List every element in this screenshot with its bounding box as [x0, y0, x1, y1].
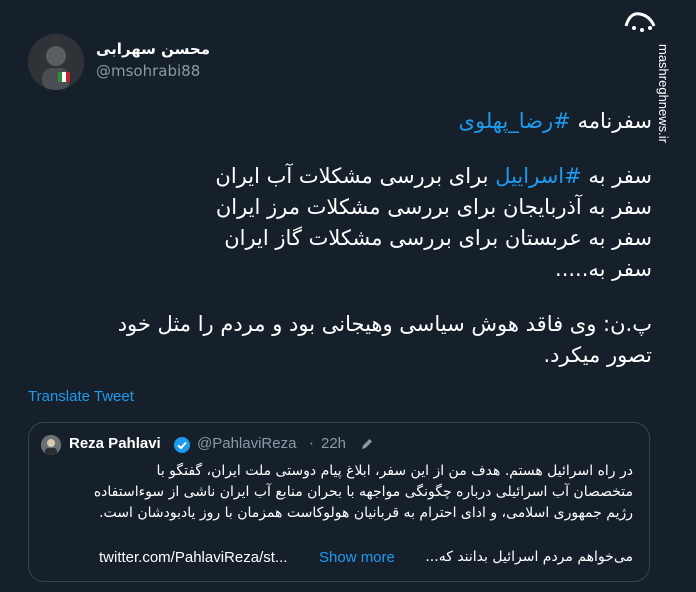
translate-tweet-link[interactable]: Translate Tweet	[28, 388, 134, 405]
quoted-author-avatar[interactable]	[41, 435, 61, 455]
show-more-link[interactable]: Show more	[319, 549, 395, 566]
quoted-tweet-text: در راه اسرائیل هستم. هدف من از این سفر، …	[43, 461, 633, 524]
tweet-line-6: پ.ن: وی فاقد هوش سیاسی وهیجانی بود و مرد…	[117, 312, 652, 336]
quoted-tweet-card[interactable]: Reza Pahlavi @PahlaviReza · 22h در راه ا…	[28, 422, 650, 582]
watermark-url: mashreghnews.ir	[656, 44, 671, 143]
tweet-text: سفرنامه #رضا_پهلوی سفر به #اسراییل برای …	[32, 106, 652, 371]
tweet-line-1: سفرنامه #رضا_پهلوی	[32, 106, 652, 137]
separator-dot: ·	[309, 435, 314, 453]
author-display-name[interactable]: محسن سهرابی	[96, 40, 210, 58]
quoted-line-4: می‌خواهم مردم اسرائیل بدانند که...	[425, 549, 633, 565]
quoted-line-1: در راه اسرائیل هستم. هدف من از این سفر، …	[156, 463, 633, 479]
author-handle[interactable]: @msohrabi88	[96, 62, 200, 80]
verified-badge-icon	[173, 436, 191, 454]
quoted-tweet-time[interactable]: 22h	[321, 435, 346, 452]
tweet-line-7: تصور میکرد.	[543, 343, 652, 367]
hashtag-israel[interactable]: #اسراییل	[495, 164, 582, 188]
tweet-line-5: سفر به.....	[555, 257, 652, 281]
mashregh-logo	[620, 6, 660, 36]
quoted-author-name[interactable]: Reza Pahlavi	[69, 435, 161, 452]
quoted-tweet-link[interactable]: twitter.com/PahlaviReza/st...	[99, 549, 287, 566]
tweet-line-4: سفر به عربستان برای بررسی مشکلات گاز ایر…	[224, 226, 652, 250]
tweet-line-2-prefix: سفر به	[581, 164, 652, 188]
tweet-line-2-suffix: برای بررسی مشکلات آب ایران	[215, 164, 496, 188]
quoted-author-handle[interactable]: @PahlaviReza	[197, 435, 296, 452]
tweet-line-1-prefix: سفرنامه	[570, 109, 652, 133]
author-avatar[interactable]	[28, 34, 84, 90]
edited-pencil-icon	[359, 436, 375, 452]
quoted-line-3: رژیم جمهوری اسلامی، و ادای احترام به قرب…	[99, 505, 633, 521]
hashtag-reza-pahlavi[interactable]: #رضا_پهلوی	[459, 109, 571, 133]
tweet-line-3: سفر به آذربایجان برای بررسی مشکلات مرز ا…	[215, 195, 652, 219]
tweet-line-2: سفر به #اسراییل برای بررسی مشکلات آب ایر…	[32, 161, 652, 192]
quoted-line-2: متخصصان آب اسرائیلی درباره چگونگی مواجهه…	[93, 484, 633, 500]
